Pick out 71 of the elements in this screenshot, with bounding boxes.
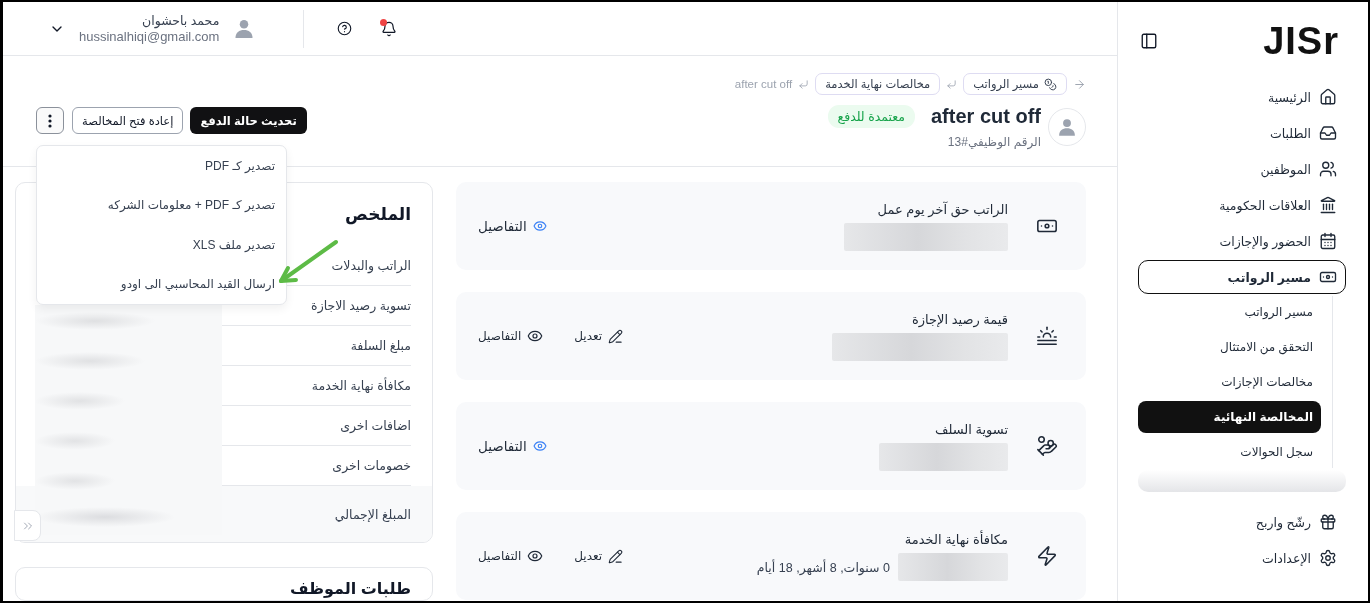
nav-item[interactable]: الموظفين xyxy=(1138,152,1346,186)
status-badge: معتمدة للدفع xyxy=(827,104,915,128)
card-title: تسوية السلف xyxy=(934,421,1008,439)
nav-subitem[interactable]: مخالصات الإجازات xyxy=(1138,366,1321,398)
employee-avatar-icon xyxy=(1048,107,1086,146)
help-button[interactable] xyxy=(337,21,353,36)
eye-icon xyxy=(532,219,547,233)
details-link[interactable]: التفاصيل xyxy=(478,328,544,344)
nav-item[interactable]: رشّح واربح xyxy=(1138,505,1346,539)
nav-item[interactable]: الرئيسية xyxy=(1138,80,1346,114)
notifications-button[interactable] xyxy=(381,20,398,37)
breadcrumb-link[interactable]: مخالصات نهاية الخدمة xyxy=(815,73,941,95)
details-link[interactable]: التفاصيل xyxy=(478,548,544,564)
eye-icon xyxy=(527,548,544,564)
breadcrumb-link[interactable]: مسير الرواتب xyxy=(963,73,1067,95)
menu-item[interactable]: تصدير كـ PDF + معلومات الشركه xyxy=(37,185,286,225)
nav-item[interactable]: العلاقات الحكومية xyxy=(1138,188,1346,222)
corner-arrow-icon xyxy=(946,78,958,90)
summary-label: المبلغ الإجمالي xyxy=(333,506,411,524)
lightning-icon xyxy=(1036,545,1058,567)
user-name: محمد باحشوان xyxy=(142,13,220,29)
card-title: قيمة رصيد الإجازة xyxy=(911,311,1008,329)
update-payment-button[interactable]: تحديث حالة الدفع xyxy=(190,107,307,134)
bell-icon xyxy=(381,20,398,37)
gift-icon xyxy=(1319,513,1337,531)
duration-text: 0 سنوات, 8 أشهر, 18 أيام xyxy=(756,559,890,575)
details-link[interactable]: التفاصيل xyxy=(478,218,547,234)
sun-waves-icon xyxy=(1036,325,1058,347)
pencil-icon xyxy=(608,548,624,564)
nav-item[interactable]: الإعدادات xyxy=(1138,541,1346,575)
hand-coins-icon xyxy=(1036,435,1058,457)
inbox-icon xyxy=(1319,124,1337,142)
nav-item[interactable]: مسير الرواتب xyxy=(1138,260,1346,294)
nav-item[interactable]: الحضور والإجازات xyxy=(1138,224,1346,258)
breadcrumb-current: after cut off xyxy=(734,78,793,90)
menu-item[interactable]: تصدير كـ PDF xyxy=(37,146,286,186)
page-title: after cut off xyxy=(931,104,1041,128)
card-title: طلبات الموظف xyxy=(288,579,411,598)
reopen-button[interactable]: إعادة فتح المخالصة xyxy=(72,107,184,134)
eye-icon xyxy=(532,439,547,453)
nav-item[interactable]: الطلبات xyxy=(1138,116,1346,150)
user-avatar-icon xyxy=(235,19,254,38)
calendar-icon xyxy=(1319,232,1337,250)
panel-icon xyxy=(1140,32,1158,50)
summary-title: الملخص xyxy=(345,204,411,225)
logo: JISr xyxy=(1263,22,1339,60)
user-email: hussinalhiqi@gmail.com xyxy=(79,28,220,44)
nav-subitem[interactable]: المخالصة النهائية xyxy=(1138,401,1321,433)
card-title: مكافأة نهاية الخدمة xyxy=(904,531,1008,549)
users-icon xyxy=(1319,160,1337,178)
sidebar-toggle-button[interactable] xyxy=(1140,32,1158,50)
menu-item[interactable]: تصدير ملف XLS xyxy=(37,225,286,265)
nav-subitem[interactable]: التحقق من الامتثال xyxy=(1138,331,1321,363)
nav-subitem[interactable]: سجل الحوالات xyxy=(1138,436,1321,468)
pencil-icon xyxy=(608,328,624,344)
edit-button[interactable]: تعديل xyxy=(574,548,624,564)
card-title: الراتب حق آخر يوم عمل xyxy=(877,201,1008,219)
more-button[interactable] xyxy=(36,107,64,134)
coins-icon xyxy=(1044,77,1057,91)
more-vertical-icon xyxy=(48,113,52,128)
arrow-right-icon xyxy=(1073,77,1086,91)
eye-icon xyxy=(527,328,544,344)
corner-arrow-icon xyxy=(798,78,810,90)
help-icon xyxy=(337,21,353,36)
settings-icon xyxy=(1319,549,1337,567)
house-icon xyxy=(1319,88,1337,106)
edit-button[interactable]: تعديل xyxy=(574,328,624,344)
nav-subitem[interactable]: مسير الرواتب xyxy=(1138,296,1321,328)
details-link[interactable]: التفاصيل xyxy=(478,438,547,454)
bank-building-icon xyxy=(1319,196,1337,214)
employee-number: الرقم الوظيفي#13 xyxy=(947,135,1041,149)
